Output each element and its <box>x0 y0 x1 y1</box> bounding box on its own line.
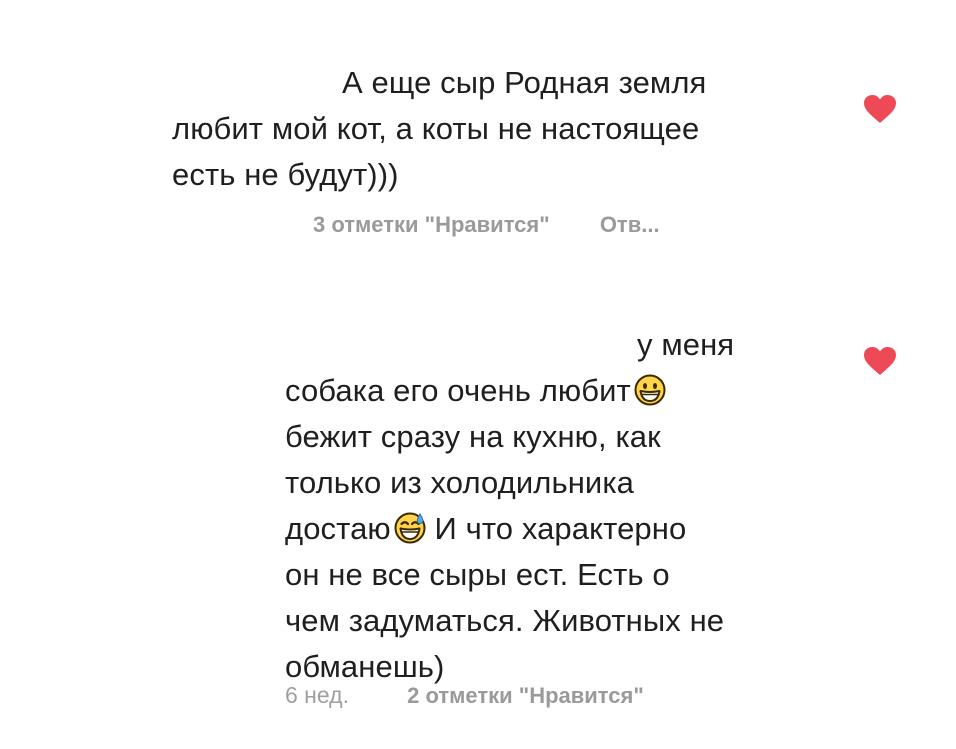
comment-2-text: у меня собака его очень любит бежит сраз… <box>285 322 845 690</box>
comment-2-likes-link[interactable]: 2 отметки "Нравится" <box>407 683 644 708</box>
comment-2-line-7: чем задуматься. Животных не <box>285 603 725 638</box>
comment-2-line-2: собака его очень любит <box>285 368 845 414</box>
comment-1-line-3: есть не будут))) <box>172 157 399 192</box>
comment-1-likes-link[interactable]: 3 отметки "Нравится" <box>313 212 550 237</box>
comment-2-line-3: бежит сразу на кухню, как <box>285 419 661 454</box>
comment-1-meta: 3 отметки "Нравится" Отв... <box>313 212 660 238</box>
comment-1: А еще сыр Родная земля любит мой кот, а … <box>172 60 832 198</box>
grinning-face-icon <box>634 374 666 406</box>
comment-2-like-heart-icon[interactable] <box>863 346 897 376</box>
comment-2-line-5: достаю И что характерно <box>285 506 845 552</box>
comment-2-line-4: только из холодильника <box>285 465 635 500</box>
comment-2-meta: 6 нед. 2 отметки "Нравится" <box>285 682 644 709</box>
comment-2: у меня собака его очень любит бежит сраз… <box>285 322 845 690</box>
comment-2-line-2-text: собака его очень любит <box>285 373 631 408</box>
comment-1-line-2: любит мой кот, а коты не настоящее <box>172 111 700 146</box>
comment-2-line-6: он не все сыры ест. Есть о <box>285 557 670 592</box>
grinning-face-with-sweat-icon <box>394 512 426 544</box>
comment-1-reply-button[interactable]: Отв... <box>600 212 660 237</box>
comment-2-line-1-text: у меня <box>637 327 735 362</box>
comment-1-line-1: А еще сыр Родная земля <box>342 65 707 100</box>
comment-2-line-5-text-b: И что характерно <box>425 511 687 546</box>
comment-1-text: А еще сыр Родная земля любит мой кот, а … <box>172 60 832 198</box>
comment-1-like-heart-icon[interactable] <box>863 94 897 124</box>
comment-2-line-1: у меня <box>285 322 845 368</box>
comment-2-timestamp: 6 нед. <box>285 682 349 708</box>
comment-2-line-5-text-a: достаю <box>285 511 391 546</box>
